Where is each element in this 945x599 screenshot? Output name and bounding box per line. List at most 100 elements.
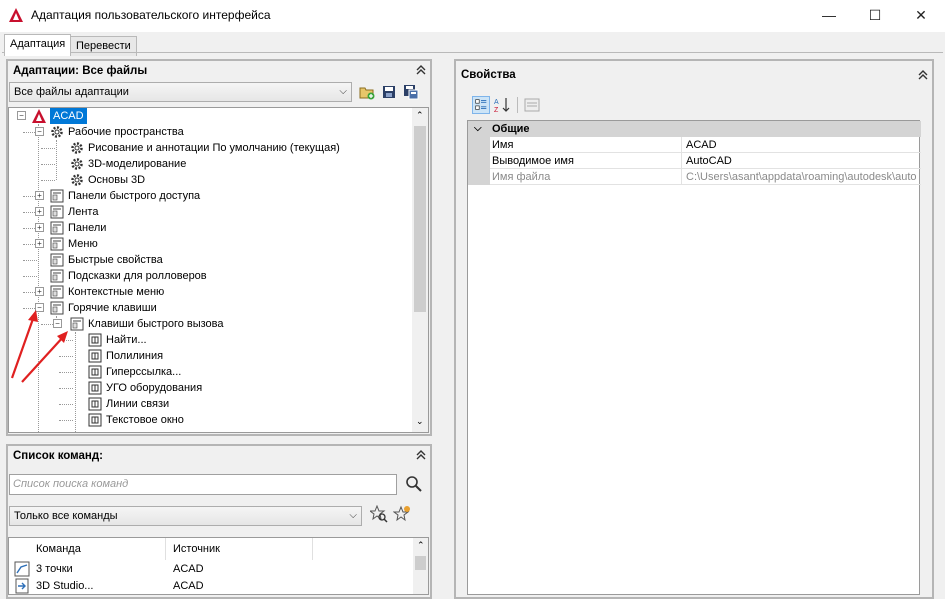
file-filter-select[interactable]: Все файлы адаптации ⌵ (9, 82, 352, 102)
new-command-icon[interactable] (393, 505, 411, 523)
tree-item[interactable]: + Панели быстрого доступа (9, 188, 409, 204)
command-table[interactable]: Команда Источник 3 точки ACAD 3D Studio.… (8, 537, 429, 595)
properties-panel-title: Свойства (461, 69, 516, 81)
open-file-icon[interactable] (358, 83, 376, 101)
command-name: 3 точки (36, 563, 73, 575)
tree-item-label: Текстовое окно (106, 414, 184, 426)
close-button[interactable]: ✕ (898, 0, 944, 30)
tree-item[interactable]: Текстовое окно (9, 412, 409, 428)
expand-node-icon[interactable]: + (35, 191, 44, 200)
tree-item[interactable]: Линии связи (9, 396, 409, 412)
property-gutter (468, 137, 490, 185)
command-table-scrollbar[interactable]: ⌃ (413, 538, 428, 594)
command-source: ACAD (173, 563, 204, 575)
tree-item[interactable]: Рисование и аннотации По умолчанию (теку… (9, 140, 409, 156)
expand-node-icon[interactable]: + (35, 223, 44, 232)
property-row-display-name[interactable]: Выводимое имя AutoCAD (468, 153, 921, 169)
tree-item-label: Панели быстрого доступа (68, 190, 201, 202)
tree-item-label: Панели (68, 222, 107, 234)
tree-item-label: Контекстные меню (68, 286, 165, 298)
title-bar: Адаптация пользовательского интерфейса —… (0, 0, 945, 32)
search-icon[interactable] (405, 475, 423, 493)
property-category-general[interactable]: ⌵ Общие (468, 121, 921, 137)
command-table-scrollbar-thumb[interactable] (415, 556, 426, 570)
column-header-command[interactable]: Команда (36, 538, 166, 560)
tree-guide-line (41, 148, 55, 149)
key-command-icon (88, 349, 102, 363)
window-title: Адаптация пользовательского интерфейса (31, 8, 271, 22)
tree-item[interactable]: − Рабочие пространства (9, 124, 409, 140)
import-command-icon (15, 578, 29, 594)
collapse-chevron-icon[interactable] (415, 449, 427, 461)
scroll-up-icon[interactable]: ⌃ (416, 110, 424, 121)
tree-item-label: Меню (68, 238, 98, 250)
tree-item-label: Линии связи (106, 398, 170, 410)
svg-text:A: A (494, 99, 499, 106)
column-header-source[interactable]: Источник (173, 538, 313, 560)
minimize-button[interactable]: — (806, 0, 852, 30)
ribbon-icon (50, 205, 64, 219)
collapse-node-icon[interactable]: − (35, 127, 44, 136)
collapse-chevron-icon[interactable] (917, 69, 929, 81)
gear-icon (71, 158, 83, 170)
property-value: C:\Users\asant\appdata\roaming\autodesk\… (686, 171, 917, 183)
tree-item-label: Клавиши быстрого вызова (88, 318, 224, 330)
property-value[interactable]: ACAD (684, 137, 921, 153)
tree-item[interactable]: Подсказки для ролловеров (9, 268, 409, 284)
table-row[interactable]: 3 точки ACAD (9, 561, 414, 578)
property-category-label: Общие (492, 123, 530, 135)
tree-item[interactable]: + Панели (9, 220, 409, 236)
categorized-view-icon[interactable] (472, 96, 490, 114)
find-command-icon[interactable] (370, 505, 388, 523)
expand-node-icon[interactable]: + (35, 287, 44, 296)
tree-item-label: Гиперссылка... (106, 366, 182, 378)
autocad-app-icon (9, 8, 23, 22)
collapse-chevron-icon[interactable] (415, 64, 427, 76)
maximize-button[interactable]: ☐ (852, 0, 898, 30)
expand-node-icon[interactable]: + (35, 207, 44, 216)
key-command-icon (88, 381, 102, 395)
tree-item-label: 3D-моделирование (88, 158, 187, 170)
quick-access-toolbar-icon (50, 189, 64, 203)
tree-item-label: Быстрые свойства (68, 254, 163, 266)
table-row[interactable]: 3D Studio... ACAD (9, 578, 414, 594)
tree-item[interactable]: + Контекстные меню (9, 284, 409, 300)
tree-item[interactable]: + Лента (9, 204, 409, 220)
command-name: 3D Studio... (36, 580, 94, 592)
tree-guide-line (59, 404, 73, 405)
expand-node-icon[interactable]: + (35, 239, 44, 248)
key-command-icon (88, 365, 102, 379)
tree-item[interactable]: + Меню (9, 236, 409, 252)
tree-item[interactable]: Быстрые свойства (9, 252, 409, 268)
sort-alphabetical-icon[interactable]: A Z (493, 96, 511, 114)
customizations-panel-title: Адаптации: Все файлы (13, 65, 148, 77)
tab-customize[interactable]: Адаптация (4, 34, 72, 56)
tree-scrollbar-thumb[interactable] (414, 126, 426, 312)
save-icon[interactable] (380, 83, 398, 101)
tree-item[interactable]: − ACAD (9, 108, 409, 124)
tree-guide-line (23, 260, 37, 261)
tree-item[interactable]: Основы 3D (9, 172, 409, 188)
property-value[interactable]: AutoCAD (684, 153, 921, 169)
command-filter-select[interactable]: Только все команды ⌵ (9, 506, 362, 526)
command-search-input[interactable]: Список поиска команд (9, 474, 397, 495)
key-command-icon (88, 333, 102, 347)
tree-item-label: Лента (68, 206, 99, 218)
tree-guide-line (59, 420, 73, 421)
scroll-down-icon[interactable]: ⌄ (416, 416, 424, 427)
chevron-down-icon[interactable]: ⌵ (474, 121, 482, 137)
scroll-up-icon[interactable]: ⌃ (417, 540, 425, 551)
tree-item-label: Полилиния (106, 350, 164, 362)
save-as-icon[interactable] (402, 83, 420, 101)
property-row-file-name[interactable]: Имя файла C:\Users\asant\appdata\roaming… (468, 169, 921, 185)
property-row-name[interactable]: Имя ACAD (468, 137, 921, 153)
tree-item-label: ACAD (50, 108, 87, 124)
collapse-node-icon[interactable]: − (17, 111, 26, 120)
tree-item[interactable]: 3D-моделирование (9, 156, 409, 172)
tree-scrollbar[interactable]: ⌃ ⌄ (412, 108, 428, 432)
properties-grid[interactable]: ⌵ Общие Имя ACAD Выводимое имя AutoCAD И… (467, 120, 921, 595)
tree-guide-line (41, 180, 55, 181)
tree-item-label: Рабочие пространства (68, 126, 184, 138)
property-pages-icon[interactable] (523, 96, 541, 114)
3-point-command-icon (14, 561, 30, 577)
